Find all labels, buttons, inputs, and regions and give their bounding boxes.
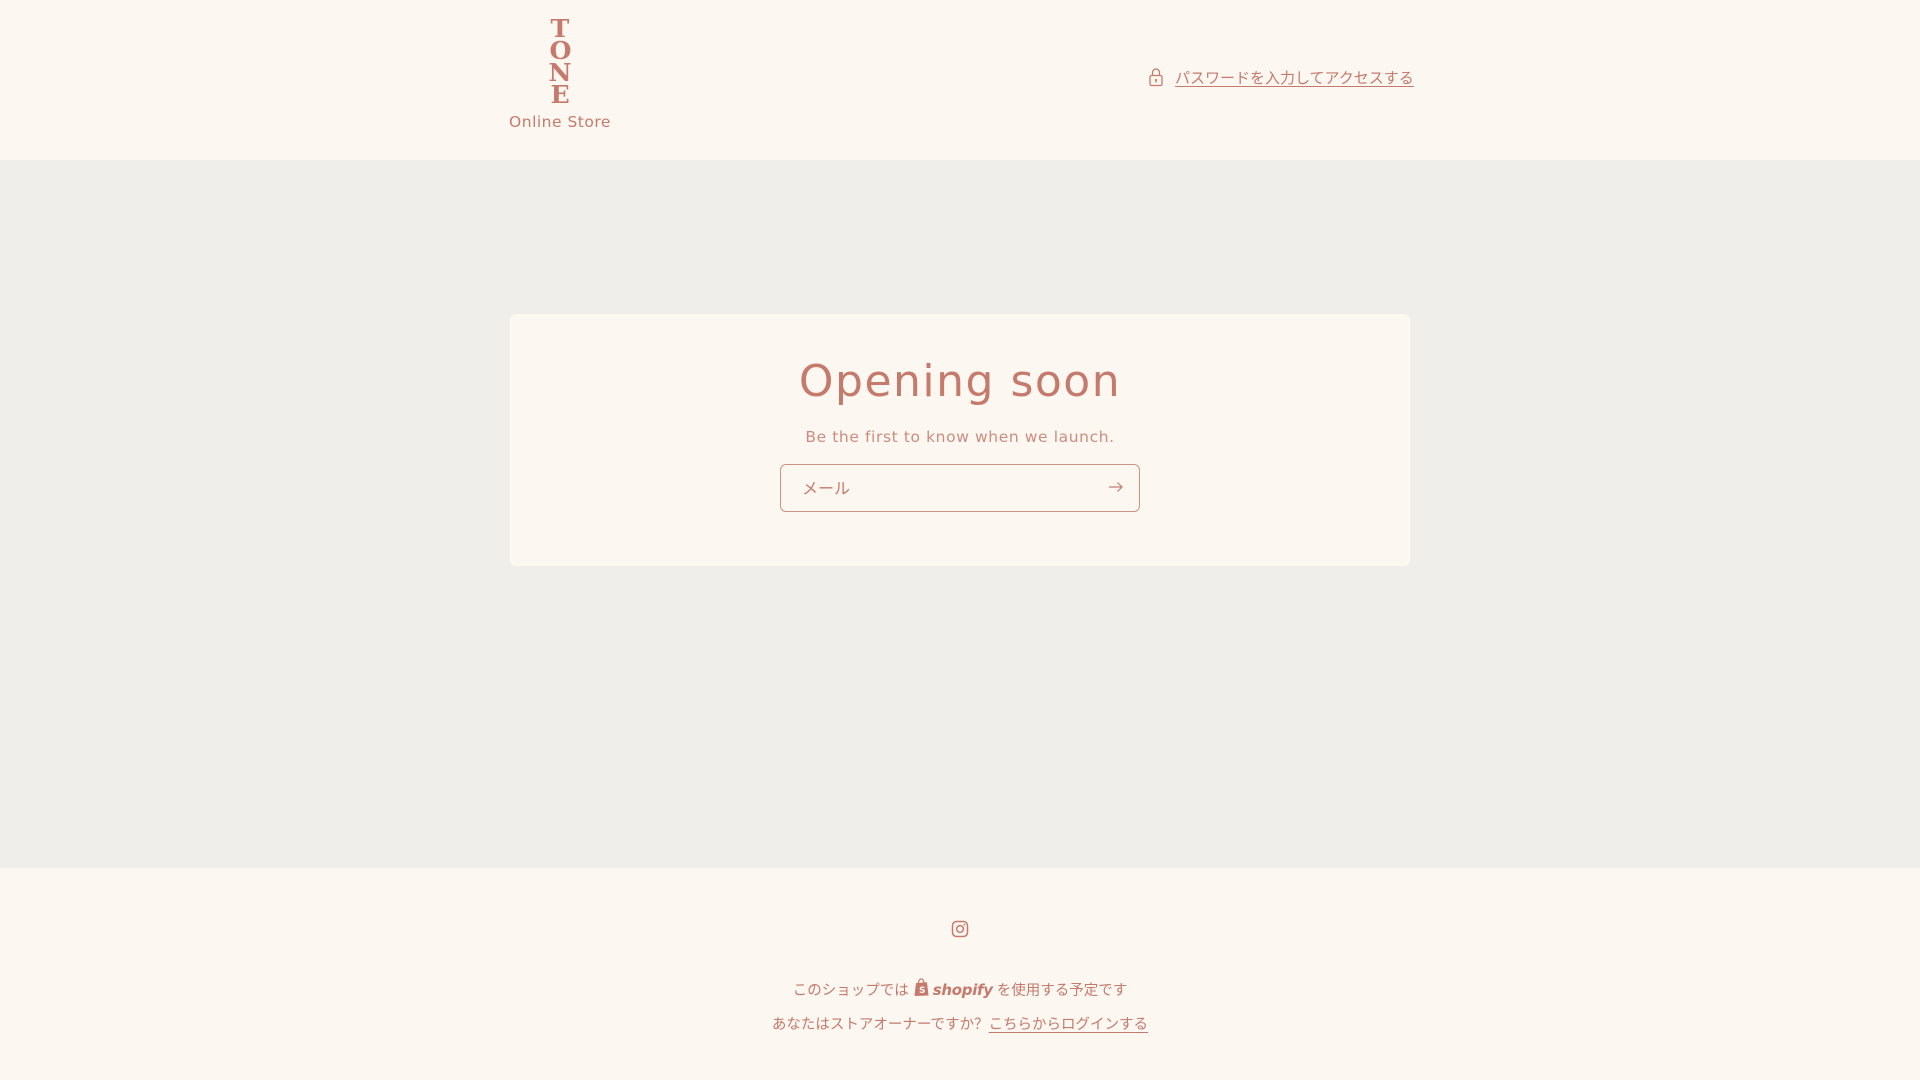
main-content: Opening soon Be the first to know when w… bbox=[0, 160, 1920, 868]
password-access-link[interactable]: パスワードを入力してアクセスする bbox=[1146, 64, 1414, 90]
shopify-bag-icon: S bbox=[913, 978, 930, 1001]
arrow-right-icon bbox=[1108, 481, 1124, 496]
powered-prefix: このショップでは bbox=[792, 983, 909, 999]
store-logo[interactable]: T O N E Online Store bbox=[509, 17, 611, 138]
site-header: T O N E Online Store パスワードを入力してアクセスする bbox=[0, 0, 1920, 160]
instagram-icon bbox=[950, 920, 970, 943]
owner-question: あなたはストアオーナーですか？ bbox=[771, 1017, 989, 1033]
shopify-wordmark: shopify bbox=[932, 980, 993, 999]
store-owner-line: あなたはストアオーナーですか？ こちらからログインする bbox=[0, 1013, 1920, 1034]
shopify-link[interactable]: S shopify bbox=[913, 978, 993, 1001]
email-field[interactable] bbox=[782, 466, 1092, 511]
password-link-label: パスワードを入力してアクセスする bbox=[1175, 68, 1414, 87]
logo-wordmark: T O N E bbox=[548, 17, 571, 109]
page-subtitle: Be the first to know when we launch. bbox=[805, 428, 1115, 447]
lock-icon bbox=[1146, 66, 1166, 88]
instagram-link[interactable] bbox=[950, 919, 970, 939]
logo-subtitle: Online Store bbox=[509, 113, 611, 131]
svg-text:S: S bbox=[919, 986, 925, 996]
subscribe-button[interactable] bbox=[1095, 467, 1137, 509]
page-title: Opening soon bbox=[798, 356, 1122, 407]
powered-by-line: このショップでは S shopify を使用する予定です bbox=[0, 978, 1920, 1001]
site-footer: このショップでは S shopify を使用する予定です あなたはストアオーナー… bbox=[0, 868, 1920, 1080]
admin-login-link[interactable]: こちらからログインする bbox=[989, 1013, 1149, 1034]
newsletter-card: Opening soon Be the first to know when w… bbox=[510, 314, 1410, 566]
logo-letter: E bbox=[550, 80, 570, 109]
powered-suffix: を使用する予定です bbox=[996, 983, 1128, 999]
newsletter-form bbox=[780, 464, 1140, 513]
